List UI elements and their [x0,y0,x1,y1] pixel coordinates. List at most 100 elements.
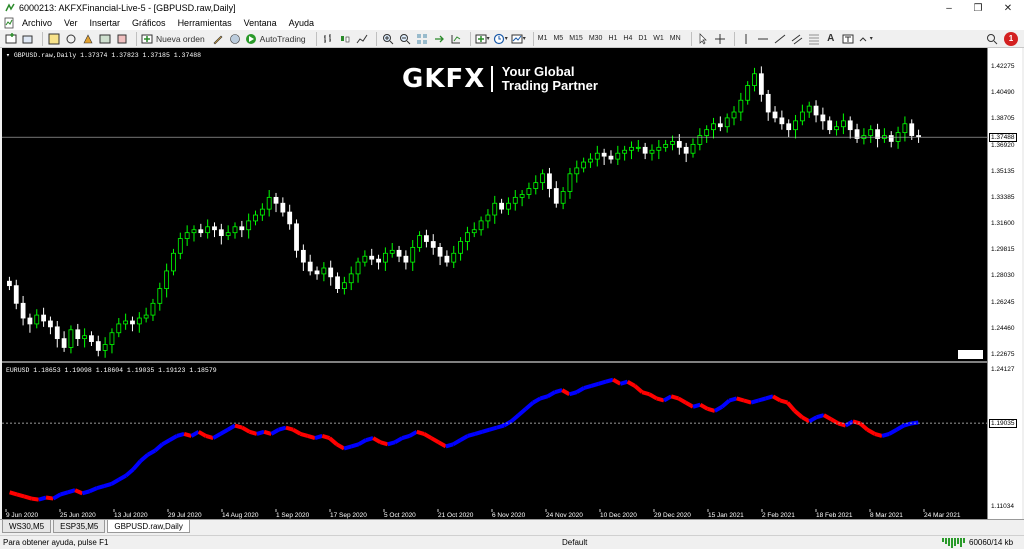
autotrading-button[interactable]: AutoTrading [245,32,309,46]
cursor-icon[interactable] [696,32,710,46]
timeframe-h4[interactable]: H4 [623,35,632,42]
menu-insertar[interactable]: Insertar [84,18,127,28]
candle-body [48,320,53,328]
tab-esp35[interactable]: ESP35,M5 [53,520,106,533]
candle-body [314,270,320,275]
market-watch-icon[interactable] [47,32,61,46]
sub-line-segment [720,398,731,409]
timeframe-w1[interactable]: W1 [653,35,664,42]
sub-line-segment [474,429,483,436]
candle-body [560,191,566,204]
minimize-icon[interactable]: – [934,0,964,16]
search-icon[interactable] [985,32,999,46]
menu-graficos[interactable]: Gráficos [126,18,172,28]
sub-line-segment [205,434,214,440]
sub-line-segment [146,448,157,457]
chart-window[interactable]: 9 Jun 2020 25 Jun 2020 13 Jul 2020 29 Jul 2… [2,48,987,519]
text-label-icon[interactable] [841,32,855,46]
sub-line-segment [808,415,818,424]
candle-body [683,146,689,154]
fibonacci-icon[interactable] [807,32,821,46]
new-order-button[interactable]: Nueva orden [141,32,208,46]
price-scale[interactable]: 1.42275 1.40490 1.38705 1.36920 1.35135 1.333… [987,48,1022,519]
vertical-line-icon[interactable] [739,32,753,46]
timeframe-m30[interactable]: M30 [589,35,603,42]
sub-line-segment [445,442,454,449]
indicators-icon[interactable]: ▾ [475,32,490,46]
candlestick-icon[interactable] [338,32,352,46]
sub-line-segment [292,427,302,436]
toolbar-separator [469,31,471,46]
sub-line-segment [168,434,178,442]
metaeditor-icon[interactable] [211,32,225,46]
profiles-icon[interactable] [21,32,35,46]
maximize-icon[interactable]: ❐ [963,0,993,16]
channel-icon[interactable] [790,32,804,46]
menu-herramientas[interactable]: Herramientas [172,18,238,28]
line-chart-icon[interactable] [355,32,369,46]
timeframe-h1[interactable]: H1 [608,35,617,42]
timeframe-m15[interactable]: M15 [569,35,583,42]
menu-archivo[interactable]: Archivo [16,18,58,28]
tile-windows-icon[interactable] [415,32,429,46]
sub-line-segment [785,401,797,413]
timeframe-m5[interactable]: M5 [553,35,563,42]
timeframe-d1[interactable]: D1 [638,35,647,42]
chart-shift-icon[interactable] [449,32,463,46]
sub-line-segment [677,396,687,405]
traffic-text: 60060/14 kb [969,538,1014,547]
menu-ventana[interactable]: Ventana [238,18,283,28]
trendline-icon[interactable] [773,32,787,46]
sub-line-segment [387,440,396,447]
candle-body [731,111,737,119]
signals-icon[interactable] [228,32,242,46]
menu-ayuda[interactable]: Ayuda [283,18,320,28]
sub-line-segment [430,436,440,444]
zoom-in-icon[interactable] [381,32,395,46]
candle-body [253,214,258,222]
bar-chart-icon[interactable] [321,32,335,46]
sub-line-segment [263,429,272,436]
close-icon[interactable]: ✕ [993,0,1023,16]
candle-body [20,302,26,319]
chevron-down-icon: ▾ [522,36,526,42]
logo-mark: GKFX [402,64,486,94]
timeframe-m1[interactable]: M1 [538,35,548,42]
document-icon[interactable] [2,17,16,29]
candle-body [430,241,436,248]
sub-price-tick: 1.24127 [991,365,1015,373]
tab-gbpusd[interactable]: GBPUSD.raw,Daily [107,520,190,533]
candle-body [478,220,484,231]
sub-symbol-info: EURUSD 1.18653 1.19098 1.18604 1.19035 1… [6,367,217,374]
notification-badge[interactable]: 1 [1004,31,1018,46]
tab-ws30[interactable]: WS30,M5 [2,520,52,533]
new-chart-icon[interactable] [4,32,18,46]
sub-line-segment [888,427,898,436]
arrows-icon[interactable]: ▾ [858,32,873,46]
candle-body [745,85,751,101]
connection-status[interactable]: 60060/14 kb [942,537,1014,548]
candle-body [205,226,211,234]
sub-line-segment [692,402,701,409]
sub-line-segment [765,394,774,401]
templates-icon[interactable]: ▾ [511,32,526,46]
navigator-icon[interactable] [81,32,95,46]
data-window-icon[interactable] [64,32,78,46]
logo-tagline-1: Your Global [501,64,575,79]
chart-canvas[interactable]: 9 Jun 2020 25 Jun 2020 13 Jul 2020 29 Jul 2… [2,48,987,519]
crosshair-icon[interactable] [713,32,727,46]
zoom-out-icon[interactable] [398,32,412,46]
text-icon[interactable]: A [824,32,838,46]
menu-ver[interactable]: Ver [58,18,84,28]
auto-scroll-icon[interactable] [432,32,446,46]
timeframe-mn[interactable]: MN [670,35,681,42]
main-symbol-info: ▾ GBPUSD.raw,Daily 1.37374 1.37823 1.371… [6,52,202,59]
periods-icon[interactable]: ▾ [493,32,508,46]
horizontal-line-icon[interactable] [756,32,770,46]
terminal-icon[interactable] [98,32,112,46]
sub-line-segment [517,407,528,417]
candle-body [827,120,833,131]
candle-body [68,329,74,348]
sub-line-segment [183,431,192,438]
strategy-tester-icon[interactable] [115,32,129,46]
